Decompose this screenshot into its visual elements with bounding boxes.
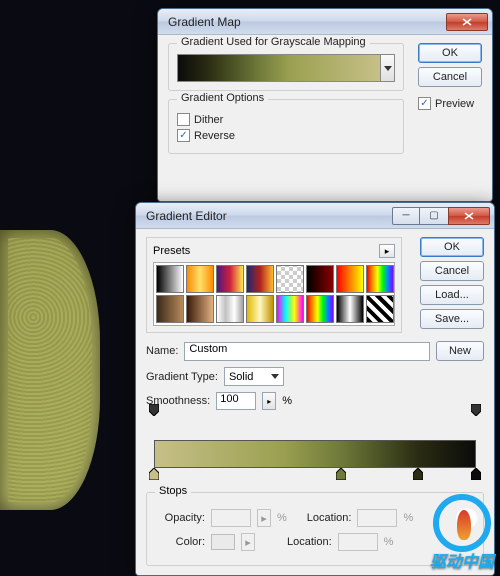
color-location-input <box>338 533 378 551</box>
chevron-down-icon <box>384 66 392 71</box>
load-button[interactable]: Load... <box>420 285 484 305</box>
percent-label: % <box>282 395 292 407</box>
stops-panel: Stops Opacity: ▸ % Location: % Color: ▸ … <box>146 492 484 566</box>
ok-button[interactable]: OK <box>420 237 484 257</box>
menu-arrow-icon: ▸ <box>385 246 390 257</box>
stops-label: Stops <box>155 485 191 497</box>
name-label: Name: <box>146 345 178 357</box>
dither-checkbox[interactable] <box>177 113 190 126</box>
preset-swatch[interactable] <box>216 265 244 293</box>
ok-button[interactable]: OK <box>418 43 482 63</box>
section-label: Gradient Options <box>177 92 268 104</box>
location-label: Location: <box>307 512 352 524</box>
preset-swatch[interactable] <box>366 265 394 293</box>
name-input[interactable]: Custom <box>184 342 430 361</box>
preset-swatch[interactable] <box>186 265 214 293</box>
percent-label: % <box>384 536 394 548</box>
presets-menu-button[interactable]: ▸ <box>379 244 395 258</box>
color-stop[interactable] <box>413 468 423 480</box>
presets-panel: Presets ▸ <box>146 237 402 333</box>
gradient-picker-dropdown[interactable] <box>380 55 394 81</box>
preset-swatch[interactable] <box>306 295 334 323</box>
window-title: Gradient Map <box>168 15 446 29</box>
preset-swatch[interactable] <box>216 295 244 323</box>
color-stop[interactable] <box>336 468 346 480</box>
reverse-label: Reverse <box>194 130 235 142</box>
titlebar[interactable]: Gradient Map <box>158 9 492 35</box>
opacity-stepper: ▸ <box>257 509 271 527</box>
color-swatch <box>211 534 235 550</box>
close-button[interactable] <box>448 207 490 225</box>
gradient-type-select[interactable]: Solid <box>224 367 284 386</box>
dither-label: Dither <box>194 114 223 126</box>
gradient-preview[interactable] <box>177 54 395 82</box>
preset-swatch[interactable] <box>336 265 364 293</box>
gradient-editor-dialog: Gradient Editor ─ ▢ Presets ▸ OK Cancel … <box>135 202 495 576</box>
color-stops-track[interactable] <box>154 468 476 482</box>
close-button[interactable] <box>446 13 488 31</box>
background-art <box>0 230 100 510</box>
titlebar[interactable]: Gradient Editor ─ ▢ <box>136 203 494 229</box>
smoothness-stepper[interactable]: ▸ <box>262 392 276 410</box>
cancel-button[interactable]: Cancel <box>420 261 484 281</box>
percent-label: % <box>403 512 413 524</box>
maximize-button[interactable]: ▢ <box>420 207 448 225</box>
preview-label: Preview <box>435 98 474 110</box>
preset-swatch[interactable] <box>336 295 364 323</box>
opacity-stop[interactable] <box>149 404 159 416</box>
preset-swatch[interactable] <box>186 295 214 323</box>
percent-label: % <box>277 512 287 524</box>
preset-swatch[interactable] <box>306 265 334 293</box>
minimize-button[interactable]: ─ <box>392 207 420 225</box>
new-button[interactable]: New <box>436 341 484 361</box>
section-label: Gradient Used for Grayscale Mapping <box>177 36 370 48</box>
cancel-button[interactable]: Cancel <box>418 67 482 87</box>
window-title: Gradient Editor <box>146 209 392 223</box>
preset-swatch[interactable] <box>366 295 394 323</box>
presets-label: Presets <box>153 245 190 257</box>
gradient-bar <box>178 55 380 81</box>
reverse-checkbox[interactable]: ✓ <box>177 129 190 142</box>
arrow-right-icon: ▸ <box>267 397 271 406</box>
color-stop[interactable] <box>471 468 481 480</box>
preset-swatch[interactable] <box>276 265 304 293</box>
chevron-down-icon <box>271 374 279 379</box>
opacity-input <box>211 509 251 527</box>
preset-swatch[interactable] <box>276 295 304 323</box>
gradient-type-label: Gradient Type: <box>146 371 218 383</box>
gradient-type-value: Solid <box>229 371 253 383</box>
save-button[interactable]: Save... <box>420 309 484 329</box>
opacity-label: Opacity: <box>155 512 205 524</box>
opacity-stop[interactable] <box>471 404 481 416</box>
preset-swatch[interactable] <box>156 295 184 323</box>
gradient-editor-bar[interactable] <box>154 440 476 468</box>
preset-swatch[interactable] <box>156 265 184 293</box>
preset-swatch[interactable] <box>246 265 274 293</box>
opacity-location-input <box>357 509 397 527</box>
preview-checkbox[interactable]: ✓ <box>418 97 431 110</box>
color-stop[interactable] <box>149 468 159 480</box>
preset-swatch[interactable] <box>246 295 274 323</box>
presets-grid <box>153 262 395 326</box>
opacity-stops-track[interactable] <box>154 416 476 430</box>
color-label: Color: <box>155 536 205 548</box>
gradient-map-dialog: Gradient Map Gradient Used for Grayscale… <box>157 8 493 202</box>
color-picker-button: ▸ <box>241 533 255 551</box>
location-label: Location: <box>287 536 332 548</box>
smoothness-input[interactable]: 100 <box>216 392 256 410</box>
